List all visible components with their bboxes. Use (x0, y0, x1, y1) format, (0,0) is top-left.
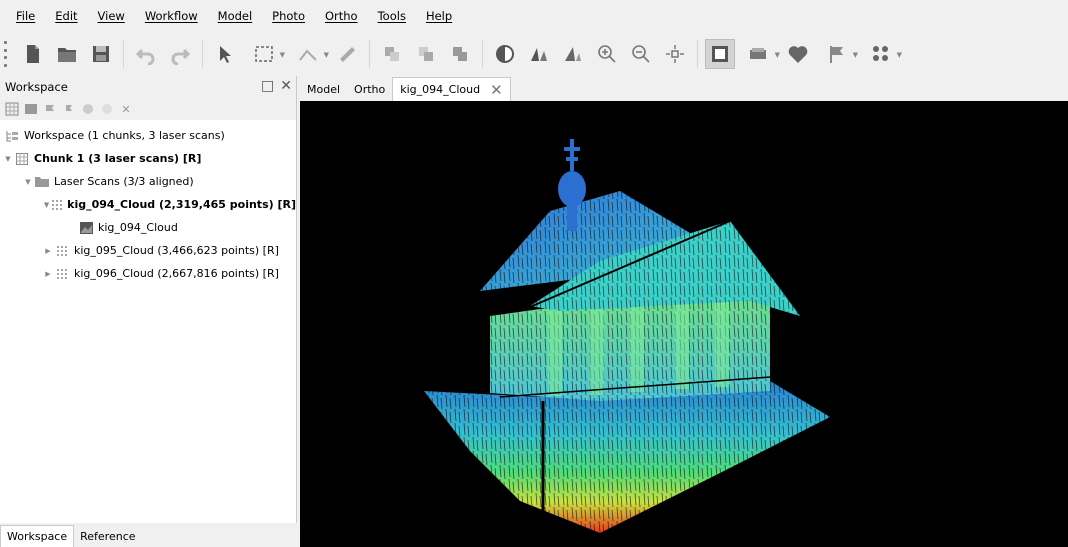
tree-label: kig_094_Cloud (98, 221, 178, 234)
toolbar-separator (369, 40, 370, 68)
tab-workspace[interactable]: Workspace (0, 525, 75, 547)
tab-label: kig_094_Cloud (400, 83, 481, 96)
zoom-out-icon[interactable] (626, 39, 656, 69)
point-cloud-icon (54, 267, 70, 281)
tree-row-workspace[interactable]: Workspace (1 chunks, 3 laser scans) (0, 124, 296, 147)
add-photos-icon[interactable] (23, 101, 39, 117)
tree-row-cloud-094[interactable]: ▼ kig_094_Cloud (2,319,465 points) [R] (0, 193, 296, 216)
tree-row-scan-094[interactable]: kig_094_Cloud (0, 216, 296, 239)
show-region-icon[interactable]: ▼ (739, 39, 780, 69)
tree-label: kig_094_Cloud (2,319,465 points) [R] (67, 198, 296, 211)
menu-model[interactable]: Model (208, 9, 263, 23)
toolbar-separator (697, 40, 698, 68)
new-document-icon[interactable] (18, 39, 48, 69)
toolbar-grip[interactable] (4, 41, 10, 67)
float-panel-icon[interactable]: □ (261, 78, 274, 94)
point-cloud-icon (51, 198, 63, 212)
folder-icon (34, 175, 50, 189)
workspace-icon (4, 129, 20, 143)
menu-workflow[interactable]: Workflow (135, 9, 208, 23)
menu-view[interactable]: View (88, 9, 135, 23)
menu-bar: File Edit View Workflow Model Photo Orth… (0, 0, 1068, 32)
enable-icon[interactable] (80, 101, 96, 117)
duplicate-icon[interactable] (445, 39, 475, 69)
menu-file[interactable]: File (6, 9, 45, 23)
rotate-view-icon[interactable] (558, 39, 588, 69)
reset-view-icon[interactable] (524, 39, 554, 69)
close-tab-icon[interactable]: ✕ (490, 81, 503, 99)
move-icon[interactable] (660, 39, 690, 69)
point-cloud-icon (54, 244, 70, 258)
show-points-icon[interactable]: ▼ (861, 39, 902, 69)
toolbar-separator (202, 40, 203, 68)
workspace-tree: Workspace (1 chunks, 3 laser scans) ▼ Ch… (0, 120, 296, 285)
document-tabs: Model Ortho kig_094_Cloud ✕ (300, 77, 1068, 101)
workspace-panel-header: Workspace □ ✕ (0, 76, 296, 98)
expand-arrow-icon[interactable]: ▶ (42, 247, 54, 255)
collapse-arrow-icon[interactable]: ▼ (22, 178, 34, 186)
workspace-panel: Workspace □ ✕ ✕ Workspace (1 chunks, 3 l… (0, 76, 297, 547)
point-cloud-render (424, 139, 830, 533)
undo-icon[interactable] (131, 39, 161, 69)
remove-icon[interactable]: ✕ (118, 101, 134, 117)
scan-image-icon (78, 221, 94, 235)
tree-label: kig_096_Cloud (2,667,816 points) [R] (74, 267, 279, 280)
tab-reference[interactable]: Reference (74, 526, 141, 547)
workspace-toolbar: ✕ (0, 98, 296, 120)
toolbar-separator (123, 40, 124, 68)
disable-icon[interactable] (99, 101, 115, 117)
tab-ortho[interactable]: Ortho (347, 77, 392, 101)
menu-edit[interactable]: Edit (45, 9, 87, 23)
tree-row-chunk[interactable]: ▼ Chunk 1 (3 laser scans) [R] (0, 147, 296, 170)
collapse-arrow-icon[interactable]: ▼ (2, 155, 14, 163)
ruler-tool-icon[interactable]: ▼ (288, 39, 329, 69)
menu-help[interactable]: Help (416, 9, 462, 23)
menu-tools[interactable]: Tools (368, 9, 416, 23)
zoom-in-icon[interactable] (592, 39, 622, 69)
menu-photo[interactable]: Photo (262, 9, 315, 23)
tree-label: Laser Scans (3/3 aligned) (54, 175, 194, 188)
show-flags-icon[interactable]: ▼ (817, 39, 858, 69)
add-chunk-icon[interactable] (4, 101, 20, 117)
rectangle-selection-icon[interactable]: ▼ (244, 39, 285, 69)
add-marker-icon[interactable] (61, 101, 77, 117)
menu-ortho[interactable]: Ortho (315, 9, 368, 23)
tree-row-cloud-096[interactable]: ▶ kig_096_Cloud (2,667,816 points) [R] (0, 262, 296, 285)
show-cameras-icon[interactable] (705, 39, 735, 69)
workspace-bottom-tabs: Workspace Reference (0, 523, 297, 547)
open-folder-icon[interactable] (52, 39, 82, 69)
expand-arrow-icon[interactable]: ▶ (42, 270, 54, 278)
contrast-icon[interactable] (490, 39, 520, 69)
tree-row-cloud-095[interactable]: ▶ kig_095_Cloud (3,466,623 points) [R] (0, 239, 296, 262)
copy-icon[interactable] (377, 39, 407, 69)
model-viewport[interactable] (300, 101, 1068, 547)
paste-icon[interactable] (411, 39, 441, 69)
redo-icon[interactable] (165, 39, 195, 69)
chunk-icon (14, 152, 30, 166)
tree-row-laser-scans[interactable]: ▼ Laser Scans (3/3 aligned) (0, 170, 296, 193)
show-markers-icon[interactable] (783, 39, 813, 69)
measure-icon[interactable] (332, 39, 362, 69)
tree-label: Chunk 1 (3 laser scans) [R] (34, 152, 202, 165)
toolbar-separator (482, 40, 483, 68)
tab-kig-094-cloud[interactable]: kig_094_Cloud ✕ (392, 77, 511, 101)
tab-model[interactable]: Model (300, 77, 347, 101)
select-arrow-icon[interactable] (210, 39, 240, 69)
tree-label: Workspace (1 chunks, 3 laser scans) (24, 129, 225, 142)
add-folder-icon[interactable] (42, 101, 58, 117)
panel-title: Workspace (5, 80, 68, 94)
tree-label: kig_095_Cloud (3,466,623 points) [R] (74, 244, 279, 257)
close-panel-icon[interactable]: ✕ (280, 78, 292, 94)
save-icon[interactable] (86, 39, 116, 69)
collapse-arrow-icon[interactable]: ▼ (42, 201, 51, 209)
main-toolbar: ▼ ▼ ▼ ▼ ▼ (0, 32, 1068, 76)
